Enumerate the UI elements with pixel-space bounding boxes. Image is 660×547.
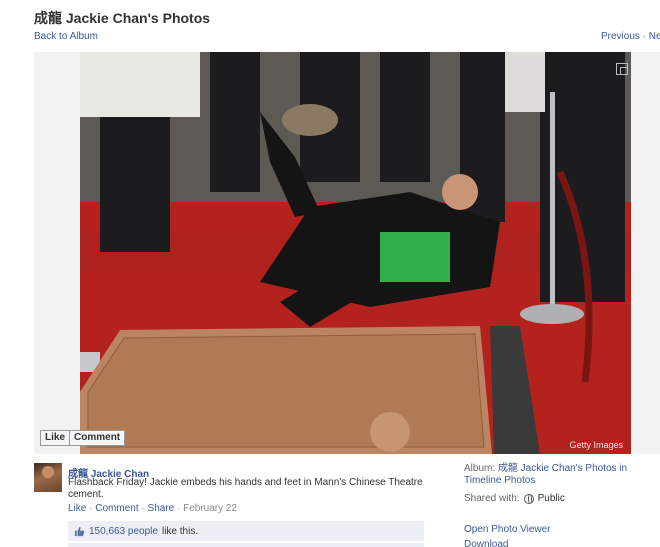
comment-box[interactable]	[68, 543, 424, 547]
separator: ·	[177, 503, 181, 514]
expand-icon[interactable]	[616, 63, 628, 75]
comment-link[interactable]: Comment	[95, 503, 138, 514]
globe-icon	[523, 494, 534, 504]
download-link[interactable]: Download	[464, 539, 508, 547]
post-actions: Like · Comment · Share · February 22	[68, 503, 237, 514]
open-photo-viewer-link[interactable]: Open Photo Viewer	[464, 524, 551, 535]
separator: ·	[141, 503, 145, 514]
album-label: Album:	[464, 463, 496, 474]
photo-like-comment-bar: Like Comment	[40, 430, 126, 446]
photo-like-button[interactable]: Like	[40, 430, 71, 446]
like-link[interactable]: Like	[68, 503, 86, 514]
back-to-album-link[interactable]: Back to Album	[34, 31, 98, 42]
privacy-public[interactable]: Public	[538, 493, 565, 505]
likes-suffix: like this.	[161, 525, 199, 537]
page-title: 成龍 Jackie Chan's Photos	[34, 10, 211, 26]
likes-summary: 150,663 people like this.	[68, 521, 424, 541]
photo-image	[80, 52, 631, 454]
post-date[interactable]: February 22	[183, 503, 237, 514]
photo-credit: Getty Images	[569, 440, 623, 450]
share-link[interactable]: Share	[148, 503, 175, 514]
album-info: Album: 成龍 Jackie Chan's Photos in Timeli…	[464, 463, 660, 505]
separator: ·	[89, 503, 93, 514]
photo-stage: Getty Images	[34, 52, 660, 454]
likes-count-link[interactable]: 150,663 people	[89, 526, 158, 537]
previous-next-links[interactable]: Previous · Next	[601, 31, 660, 42]
avatar[interactable]	[34, 463, 62, 492]
shared-with: Shared with: Public	[464, 493, 660, 505]
shared-label: Shared with:	[464, 493, 520, 504]
photo[interactable]: Getty Images	[80, 52, 631, 454]
post-caption: Flashback Friday! Jackie embeds his hand…	[68, 477, 423, 500]
photo-comment-button[interactable]: Comment	[70, 430, 126, 446]
thumbs-up-icon	[74, 526, 85, 536]
